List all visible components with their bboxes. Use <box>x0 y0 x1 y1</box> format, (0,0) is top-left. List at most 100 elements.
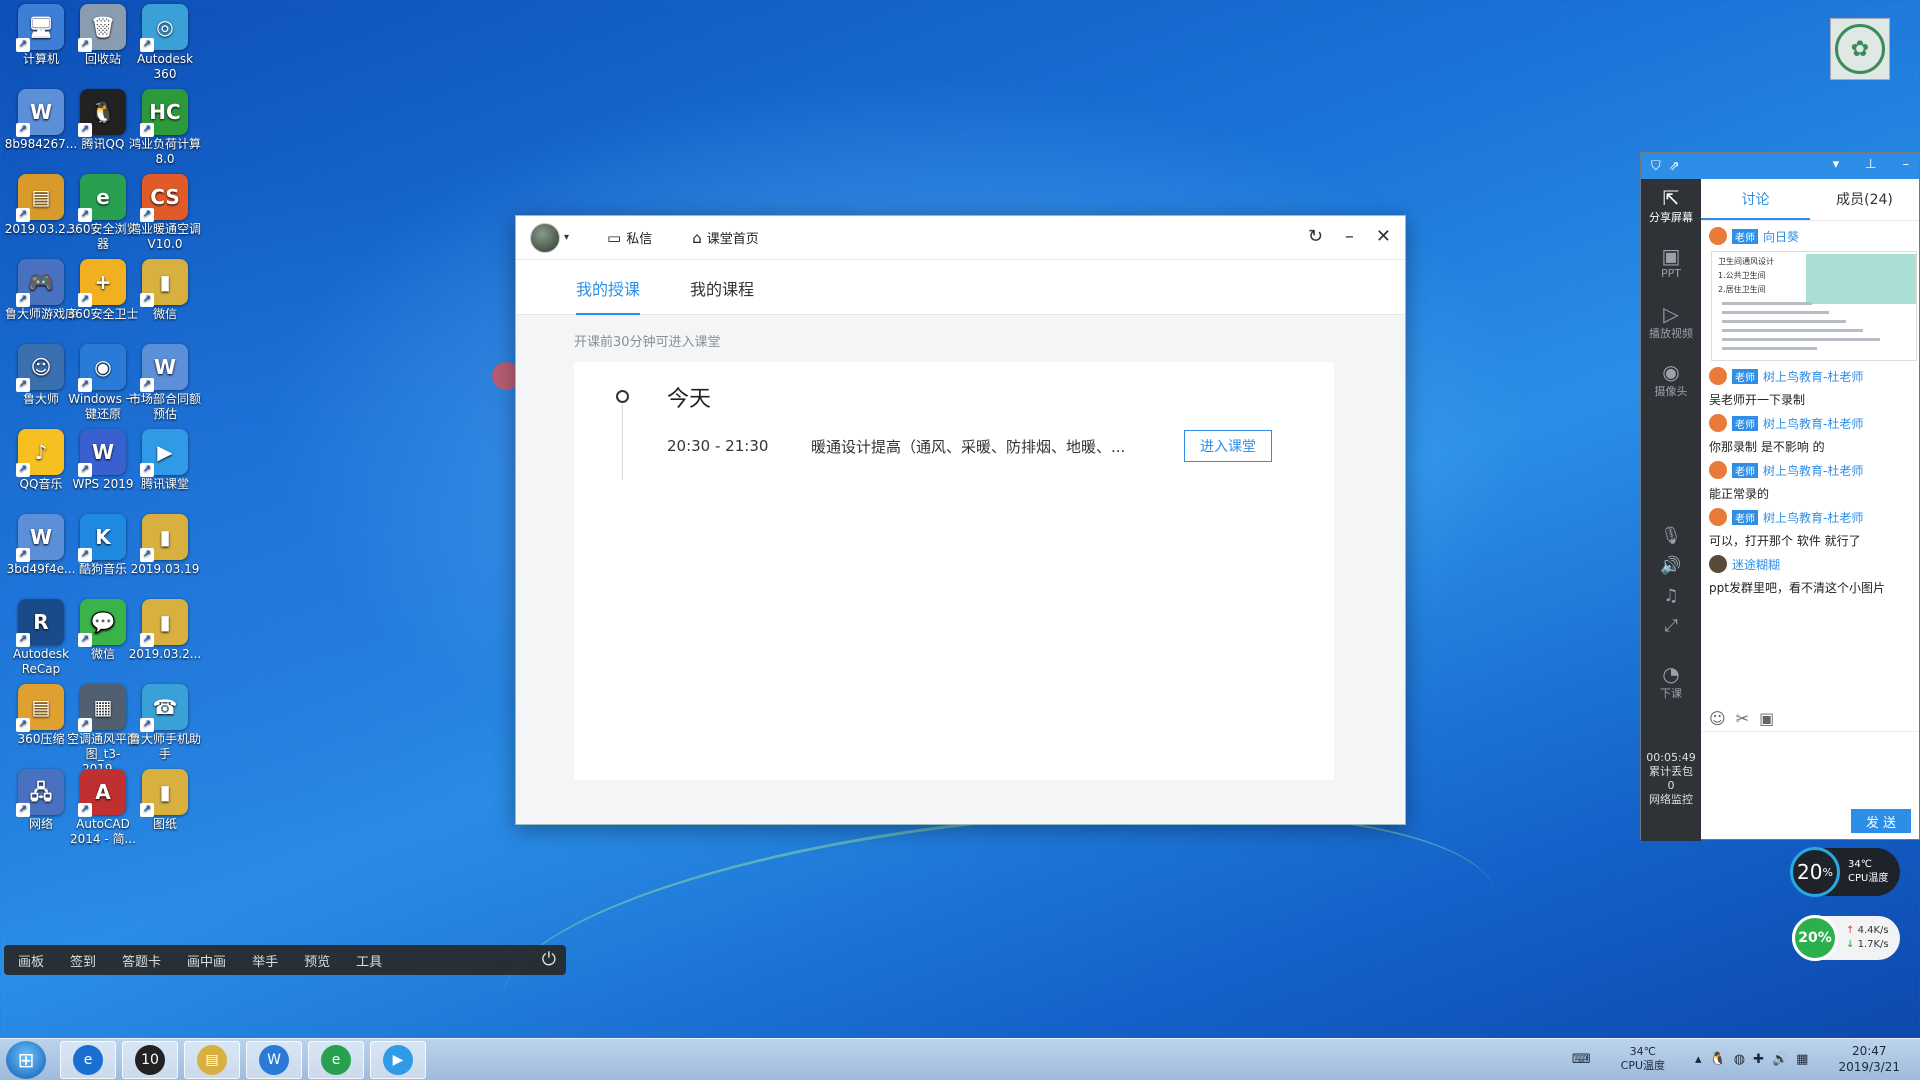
taskbar-app[interactable]: ▶ <box>370 1041 426 1079</box>
shortcut-arrow-icon: ↗ <box>78 293 92 307</box>
desktop-icon[interactable]: ▶ ↗ 腾讯课堂 <box>127 425 203 492</box>
sender-name[interactable]: 树上鸟教育-杜老师 <box>1763 509 1863 526</box>
expand-tray-icon[interactable]: ▴ <box>1695 1052 1702 1067</box>
toolbar-item[interactable]: 画板 <box>18 951 44 970</box>
window-titlebar: ▾ ▭ 私信 ⌂ 课堂首页 ↻ – ✕ <box>516 216 1405 260</box>
desktop-icon[interactable]: ▮ ↗ 微信 <box>127 255 203 322</box>
minimize-icon[interactable]: – <box>1345 226 1354 247</box>
taskbar-app[interactable]: 10 <box>122 1041 178 1079</box>
desktop-icon-label: 鸿业暖通空调V10.0 <box>128 222 201 251</box>
shared-image-thumbnail[interactable]: 卫生间通风设计 1.公共卫生间 2.居住卫生间 <box>1711 251 1917 361</box>
shortcut-arrow-icon: ↗ <box>140 378 154 392</box>
cpu-temp-label: CPU温度 <box>1848 873 1889 884</box>
minimize-icon[interactable]: – <box>1903 157 1910 172</box>
toolbar-item[interactable]: 签到 <box>70 951 96 970</box>
taskbar-app[interactable]: W <box>246 1041 302 1079</box>
shield-tray-icon[interactable]: ✚ <box>1753 1052 1764 1067</box>
desktop-icon[interactable]: ◎ ↗ Autodesk 360 <box>127 0 203 82</box>
tray-temperature[interactable]: 34℃ CPU温度 <box>1621 1045 1665 1073</box>
network-monitor-label[interactable]: 网络监控 <box>1641 793 1701 807</box>
desktop-icon[interactable]: W ↗ 市场部合同额预估 <box>127 340 203 422</box>
network-tray-icon[interactable]: ▦ <box>1796 1052 1808 1067</box>
taskbar-app[interactable]: e <box>308 1041 364 1079</box>
qq-tray-icon[interactable]: 🐧 <box>1710 1052 1726 1067</box>
emoji-icon[interactable]: ☺ <box>1709 709 1726 728</box>
message-sender: 老师 树上鸟教育-杜老师 <box>1709 367 1911 385</box>
shortcut-arrow-icon: ↗ <box>16 548 30 562</box>
music-icon[interactable]: ♫ <box>1641 581 1701 611</box>
sidebar-item[interactable]: ▷ 播放视频 <box>1641 295 1701 353</box>
volume-icon[interactable]: 🔊 <box>1772 1052 1788 1067</box>
memory-network-widget[interactable]: 20% ↑ 4.4K/s ↓ 1.7K/s <box>1792 915 1900 961</box>
image-icon[interactable]: ▣ <box>1759 709 1774 728</box>
pin-icon[interactable]: ⊥ <box>1865 157 1876 172</box>
end-class-button[interactable]: ◔ 下课 <box>1641 655 1701 713</box>
desktop-icon[interactable]: ▮ ↗ 图纸 <box>127 765 203 832</box>
tab-my-teaching[interactable]: 我的授课 <box>576 276 641 315</box>
shortcut-arrow-icon: ↗ <box>78 803 92 817</box>
fullscreen-icon[interactable]: ⤢ <box>1641 611 1701 641</box>
main-tabs: 我的授课 我的课程 <box>516 260 1405 315</box>
desktop-icon[interactable]: CS ↗ 鸿业暖通空调V10.0 <box>127 170 203 252</box>
teacher-badge: 老师 <box>1732 228 1758 244</box>
enter-classroom-button[interactable]: 进入课堂 <box>1184 430 1272 462</box>
lesson-title: 暖通设计提高（通风、采暖、防排烟、地暖、... <box>811 437 1126 456</box>
taskbar-app[interactable]: e <box>60 1041 116 1079</box>
network-stats: 00:05:49 累计丢包 0 网络监控 <box>1641 751 1701 841</box>
taskbar-app[interactable]: ▤ <box>184 1041 240 1079</box>
cpu-usage-unit: % <box>1822 865 1833 879</box>
tab-my-courses[interactable]: 我的课程 <box>690 276 754 314</box>
speaker-icon[interactable]: 🔊 <box>1641 551 1701 581</box>
shield-icon[interactable]: ⛉ <box>1651 159 1661 174</box>
sender-name[interactable]: 迷途糊糊 <box>1732 556 1780 573</box>
tab-members[interactable]: 成员(24) <box>1810 179 1919 220</box>
private-message-button[interactable]: ▭ 私信 <box>607 228 652 248</box>
chat-message: 老师 树上鸟教育-杜老师 吴老师开一下录制 <box>1701 361 1919 408</box>
shortcut-arrow-icon: ↗ <box>140 463 154 477</box>
cpu-monitor-widget[interactable]: 20% 34℃ CPU温度 <box>1790 847 1900 897</box>
chevron-down-icon[interactable]: ▾ <box>564 232 569 243</box>
sidebar-item[interactable]: ◉ 摄像头 <box>1641 353 1701 411</box>
refresh-icon[interactable]: ↻ <box>1308 226 1323 247</box>
toolbar-item[interactable]: 预览 <box>304 951 330 970</box>
sidebar-item[interactable]: ▣ PPT <box>1641 237 1701 295</box>
dropdown-icon[interactable]: ▾ <box>1833 157 1840 172</box>
clock[interactable]: 20:47 2019/3/21 <box>1838 1043 1900 1075</box>
avatar <box>1709 227 1727 245</box>
keyboard-icon[interactable]: ⌨ <box>1572 1052 1591 1067</box>
sender-name[interactable]: 树上鸟教育-杜老师 <box>1763 462 1863 479</box>
hc-load-icon: HC ↗ <box>140 89 188 137</box>
desktop-icon[interactable]: ▮ ↗ 2019.03.19 <box>127 510 203 577</box>
sender-name[interactable]: 树上鸟教育-杜老师 <box>1763 368 1863 385</box>
sidebar-item[interactable]: ⇱ 分享屏幕 <box>1641 179 1701 237</box>
desktop-icon[interactable]: ▮ ↗ 2019.03.2... <box>127 595 203 662</box>
thumbnail-line <box>1722 329 1863 332</box>
toolbar-item[interactable]: 答题卡 <box>122 951 161 970</box>
chat-input[interactable] <box>1701 731 1919 801</box>
desktop-icon[interactable]: HC ↗ 鸿业负荷计算8.0 <box>127 85 203 167</box>
classroom-home-button[interactable]: ⌂ 课堂首页 <box>692 228 759 248</box>
shortcut-arrow-icon: ↗ <box>140 803 154 817</box>
toolbar-item[interactable]: 举手 <box>252 951 278 970</box>
power-icon[interactable]: ⏻ <box>542 949 556 970</box>
user-avatar[interactable] <box>530 222 560 253</box>
sender-name[interactable]: 树上鸟教育-杜老师 <box>1763 415 1863 432</box>
organization-logo: ✿ <box>1830 18 1890 80</box>
desktop-icon-label: 图纸 <box>152 817 177 831</box>
toolbar-item[interactable]: 工具 <box>356 951 382 970</box>
microphone-icon[interactable]: 🎙 <box>1641 521 1701 551</box>
archive-icon: ▤ ↗ <box>16 174 64 222</box>
start-button[interactable]: ⊞ <box>6 1041 46 1079</box>
desktop-icon[interactable]: ☎ ↗ 鲁大师手机助手 <box>127 680 203 762</box>
folder-icon: ▮ ↗ <box>140 259 188 307</box>
external-link-icon[interactable]: ⇗ <box>1669 159 1680 174</box>
sender-name[interactable]: 向日葵 <box>1763 228 1799 245</box>
toolbar-item[interactable]: 画中画 <box>187 951 226 970</box>
recycle-bin-icon: 🗑 ↗ <box>78 4 126 52</box>
close-icon[interactable]: ✕ <box>1376 226 1391 247</box>
360-tray-icon[interactable]: ◍ <box>1734 1052 1745 1067</box>
send-button[interactable]: 发 送 <box>1851 809 1911 833</box>
tab-discussion[interactable]: 讨论 <box>1701 179 1810 220</box>
lol-icon: 10 <box>135 1045 165 1075</box>
scissors-icon[interactable]: ✂ <box>1736 709 1749 728</box>
